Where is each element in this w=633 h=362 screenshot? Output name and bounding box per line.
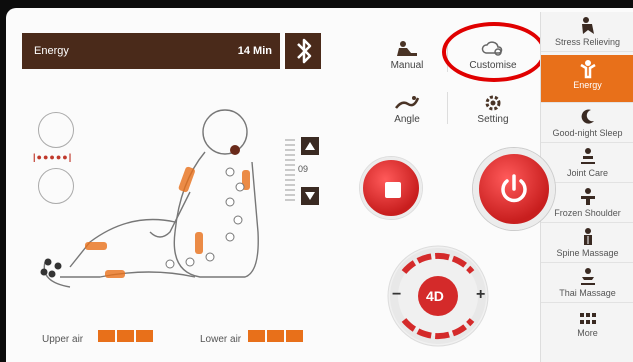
fourd-label: 4D (426, 288, 444, 304)
moon-icon (581, 109, 594, 124)
upper-air-segment (98, 330, 115, 342)
sidebar-label: More (577, 328, 598, 338)
angle-label: Angle (394, 114, 420, 125)
triangle-up-icon (305, 142, 315, 150)
sidebar-label: Spine Massage (556, 248, 619, 258)
sidebar-label: Stress Relieving (554, 37, 621, 47)
energy-icon (579, 60, 596, 79)
manual-button[interactable]: Manual (372, 36, 442, 78)
lower-air-segment (286, 330, 303, 342)
bluetooth-button[interactable] (283, 33, 321, 69)
highlight-annotation (442, 22, 546, 82)
upper-air-label: Upper air (42, 334, 84, 345)
upper-air-segment (117, 330, 134, 342)
frozen-shoulder-icon (580, 188, 595, 205)
sidebar-item-spine-massage[interactable]: Spine Massage (541, 223, 633, 263)
sidebar-item-thai-massage[interactable]: Thai Massage (541, 263, 633, 303)
manual-icon (397, 41, 417, 56)
bluetooth-icon (297, 38, 312, 64)
level-up-button[interactable] (301, 137, 319, 155)
fourd-control: 4D − + (384, 242, 492, 350)
sidebar-label: Joint Care (566, 168, 609, 178)
fourd-plus-button[interactable]: + (476, 286, 485, 304)
stop-icon (385, 182, 401, 198)
lower-air-segment (267, 330, 284, 342)
level-scale (285, 139, 295, 201)
triangle-down-icon (305, 192, 315, 200)
sidebar-label: Good-night Sleep (552, 128, 623, 138)
thai-massage-icon (580, 268, 595, 285)
sidebar-item-joint-care[interactable]: Joint Care (541, 143, 633, 183)
setting-icon (485, 95, 501, 111)
stop-button[interactable] (360, 157, 422, 219)
lower-air-segment (248, 330, 265, 342)
program-name: Energy (34, 45, 69, 57)
lower-air-label: Lower air (200, 334, 242, 345)
sidebar-label: Energy (573, 80, 602, 90)
massage-chair-figure (40, 109, 259, 288)
grid-icon (579, 313, 596, 324)
sidebar-label: Frozen Shoulder (554, 208, 621, 218)
upper-air-segment (136, 330, 153, 342)
sidebar-item-good-night-sleep[interactable]: Good-night Sleep (541, 103, 633, 143)
divider (447, 92, 448, 124)
joint-care-icon (580, 148, 595, 164)
angle-icon (395, 96, 420, 109)
fourd-minus-button[interactable]: − (392, 286, 401, 304)
sidebar-item-energy[interactable]: Energy (541, 55, 633, 103)
power-icon (501, 174, 527, 203)
program-time: 14 Min (237, 45, 272, 57)
manual-label: Manual (390, 60, 424, 71)
device-frame: Energy 14 Min Manual Customise Angle Set… (0, 0, 633, 362)
spine-massage-icon (583, 228, 592, 245)
stress-relieving-icon (581, 17, 594, 34)
sidebar-item-more[interactable]: More (541, 303, 633, 353)
level-value: 09 (298, 164, 309, 174)
sidebar-label: Thai Massage (559, 288, 616, 298)
level-down-button[interactable] (301, 187, 319, 205)
power-button[interactable] (473, 148, 555, 230)
setting-button[interactable]: Setting (458, 90, 528, 132)
setting-label: Setting (477, 114, 509, 125)
program-header: Energy 14 Min (22, 33, 280, 69)
angle-button[interactable]: Angle (372, 90, 442, 132)
sidebar-item-stress-relieving[interactable]: Stress Relieving (541, 12, 633, 52)
